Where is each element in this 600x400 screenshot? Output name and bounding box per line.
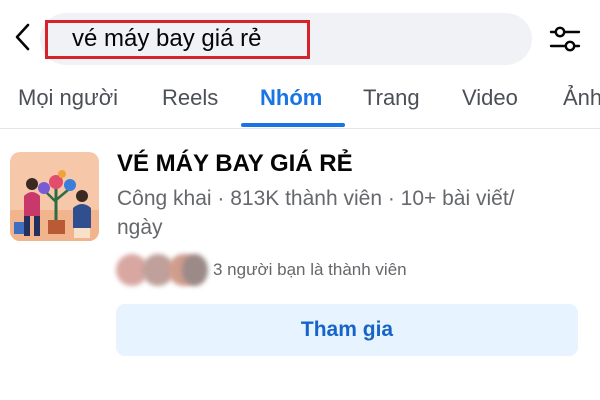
friend-avatars <box>116 254 211 286</box>
group-name[interactable]: VÉ MÁY BAY GIÁ RẺ <box>117 150 353 178</box>
search-tabs: Mọi người Reels Nhóm Trang Video Ảnh <box>0 80 600 126</box>
group-cover-image[interactable] <box>10 152 99 241</box>
filter-sliders-icon <box>549 26 581 52</box>
join-button-label: Tham gia <box>300 318 394 341</box>
tab-reels[interactable]: Reels <box>162 85 218 111</box>
tab-people[interactable]: Mọi người <box>18 85 118 111</box>
group-meta-line-2: ngày <box>117 216 163 239</box>
join-group-button[interactable]: Tham gia <box>116 304 578 356</box>
tab-photos[interactable]: Ảnh <box>563 85 600 111</box>
tab-videos[interactable]: Video <box>462 85 518 111</box>
search-query[interactable]: vé máy bay giá rẻ <box>72 22 261 56</box>
group-meta-line-1: Công khai · 813K thành viên · 10+ bài vi… <box>117 187 515 210</box>
group-illustration <box>10 152 99 241</box>
back-arrow-icon <box>15 23 30 51</box>
tab-pages[interactable]: Trang <box>363 85 420 111</box>
back-button[interactable] <box>8 18 38 56</box>
tabs-divider <box>0 128 600 129</box>
tab-groups[interactable]: Nhóm <box>260 85 322 111</box>
avatar <box>182 254 208 286</box>
filter-button[interactable] <box>548 22 582 56</box>
active-tab-indicator <box>241 123 345 127</box>
friends-in-group-text: 3 người bạn là thành viên <box>213 260 407 279</box>
